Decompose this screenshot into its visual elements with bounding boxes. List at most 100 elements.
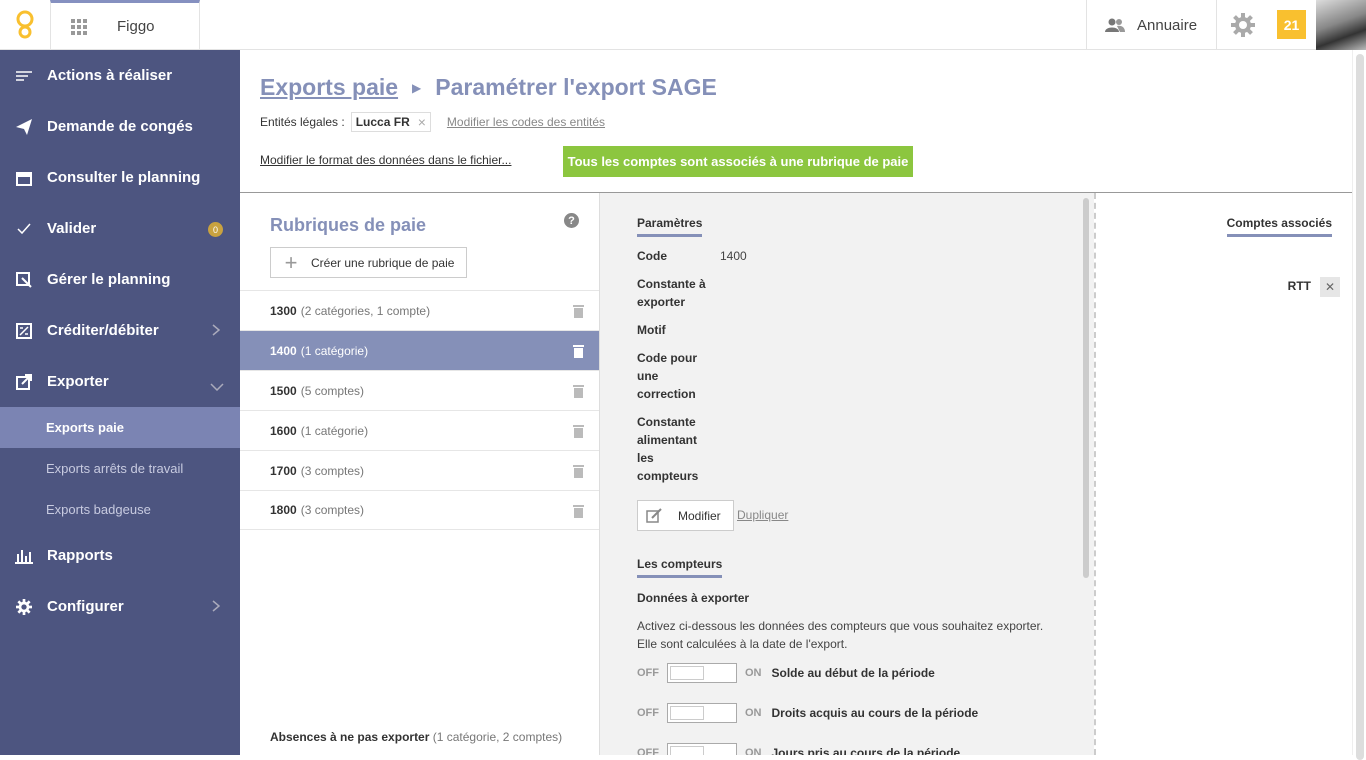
edit-planning-icon bbox=[0, 271, 47, 288]
notification-count[interactable]: 21 bbox=[1277, 10, 1306, 39]
modify-button[interactable]: Modifier bbox=[637, 500, 734, 531]
directory-label: Annuaire bbox=[1137, 16, 1198, 34]
rubriques-list: 1300 (2 catégories, 1 compte) 1400 (1 caté… bbox=[240, 290, 599, 530]
rubrique-info: (1 catégorie) bbox=[300, 343, 369, 358]
sidebar-item-credit-debit[interactable]: Créditer/débiter bbox=[0, 305, 240, 356]
rubrique-info: (3 comptes) bbox=[300, 503, 365, 517]
legal-entities: Entités légales : Lucca FR × Modifier le… bbox=[260, 112, 605, 132]
chevron-right-icon bbox=[212, 599, 221, 616]
directory-button[interactable]: Annuaire bbox=[1086, 0, 1216, 50]
sidebar: Actions à réaliser Demande de congés Con… bbox=[0, 50, 240, 755]
toggle-switch[interactable] bbox=[667, 703, 737, 723]
send-icon bbox=[0, 118, 47, 135]
plus-icon: + bbox=[284, 249, 298, 275]
list-item[interactable]: 1500 (5 comptes) bbox=[240, 370, 599, 410]
toggle-switch[interactable] bbox=[667, 663, 737, 683]
sidebar-subitem-payroll-exports[interactable]: Exports paie bbox=[0, 407, 240, 448]
apps-grid-icon bbox=[71, 18, 87, 35]
app-name: Figgo bbox=[117, 18, 155, 35]
sidebar-item-leave-request[interactable]: Demande de congés bbox=[0, 101, 240, 152]
sidebar-item-validate[interactable]: Valider 0 bbox=[0, 203, 240, 254]
ledger-icon bbox=[0, 322, 47, 339]
sidebar-item-label: Rapports bbox=[47, 547, 113, 564]
gear-icon bbox=[0, 598, 47, 615]
list-item[interactable]: 1700 (3 comptes) bbox=[240, 450, 599, 490]
sidebar-item-configure[interactable]: Configurer bbox=[0, 581, 240, 632]
trash-icon[interactable] bbox=[573, 464, 584, 481]
entities-label: Entités légales : bbox=[260, 115, 345, 129]
toggle-row: OFF ON Solde au début de la période bbox=[637, 663, 935, 683]
account-label: RTT bbox=[1287, 279, 1311, 293]
export-icon bbox=[0, 373, 47, 390]
people-icon bbox=[1105, 18, 1125, 32]
toggle-row: OFF ON Jours pris au cours de la période bbox=[637, 743, 960, 755]
create-rubrique-label: Créer une rubrique de paie bbox=[311, 255, 455, 270]
help-icon[interactable]: ? bbox=[564, 213, 579, 228]
rubrique-code: 1800 bbox=[270, 503, 297, 517]
lucca-logo-icon bbox=[16, 10, 34, 39]
breadcrumb-link[interactable]: Exports paie bbox=[260, 74, 398, 101]
counters-description: Activez ci-dessous les données des compt… bbox=[637, 619, 1044, 651]
sidebar-subitem-sick-leave-exports[interactable]: Exports arrêts de travail bbox=[0, 448, 240, 489]
list-item[interactable]: 1600 (1 catégorie) bbox=[240, 410, 599, 450]
list-item[interactable]: 1400 (1 catégorie) bbox=[240, 330, 599, 370]
constant-label: Constante à exporter bbox=[637, 277, 706, 309]
excluded-absences-label: Absences à ne pas exporter bbox=[270, 730, 430, 744]
rubrique-info: (5 comptes) bbox=[300, 383, 365, 398]
rubrique-code: 1700 bbox=[270, 463, 297, 478]
toggle-row: OFF ON Droits acquis au cours de la péri… bbox=[637, 703, 978, 723]
app-logo[interactable] bbox=[0, 0, 50, 50]
chart-icon bbox=[0, 548, 47, 564]
close-icon[interactable]: × bbox=[418, 114, 426, 130]
excluded-absences[interactable]: Absences à ne pas exporter (1 catégorie,… bbox=[270, 730, 562, 744]
trash-icon[interactable] bbox=[573, 304, 584, 321]
create-rubrique-button[interactable]: + Créer une rubrique de paie bbox=[270, 247, 467, 278]
sidebar-subitem-badge-exports[interactable]: Exports badgeuse bbox=[0, 489, 240, 530]
correction-code-label: Code pour une correction bbox=[637, 351, 697, 401]
sidebar-item-export[interactable]: Exporter bbox=[0, 356, 240, 407]
rubrique-code: 1400 bbox=[270, 343, 297, 358]
entity-tag: Lucca FR × bbox=[350, 112, 431, 132]
duplicate-link[interactable]: Dupliquer bbox=[737, 508, 788, 522]
app-switcher[interactable]: Figgo bbox=[50, 0, 200, 50]
sidebar-item-label: Consulter le planning bbox=[47, 169, 201, 186]
off-label: OFF bbox=[637, 667, 659, 679]
sidebar-item-label: Configurer bbox=[47, 598, 124, 615]
sidebar-item-planning[interactable]: Consulter le planning bbox=[0, 152, 240, 203]
settings-button[interactable] bbox=[1216, 0, 1268, 50]
sidebar-item-manage-planning[interactable]: Gérer le planning bbox=[0, 254, 240, 305]
toggle-label: Jours pris au cours de la période bbox=[771, 746, 961, 755]
sidebar-item-reports[interactable]: Rapports bbox=[0, 530, 240, 581]
trash-icon[interactable] bbox=[573, 424, 584, 441]
trash-icon[interactable] bbox=[573, 344, 584, 361]
parameters-title: Paramètres bbox=[637, 216, 703, 237]
trash-icon[interactable] bbox=[573, 504, 584, 521]
list-item[interactable]: 1300 (2 catégories, 1 compte) bbox=[240, 290, 599, 330]
close-icon[interactable]: ✕ bbox=[1320, 277, 1340, 297]
toggle-switch[interactable] bbox=[667, 743, 737, 755]
rubrique-info: (1 catégorie) bbox=[300, 423, 369, 438]
associated-accounts-title: Comptes associés bbox=[1226, 216, 1332, 237]
parameters-scrollbar[interactable] bbox=[1083, 198, 1089, 578]
page-scrollbar[interactable] bbox=[1352, 50, 1366, 760]
check-icon bbox=[0, 223, 47, 235]
trash-icon[interactable] bbox=[573, 384, 584, 401]
list-item[interactable]: 1800 (3 comptes) bbox=[240, 490, 599, 530]
rubrique-code: 1500 bbox=[270, 383, 297, 398]
on-label: ON bbox=[745, 707, 762, 719]
off-label: OFF bbox=[637, 747, 659, 755]
modify-entity-codes-link[interactable]: Modifier les codes des entités bbox=[447, 115, 605, 129]
rubrique-info: (3 comptes) bbox=[300, 463, 365, 478]
toggle-label: Solde au début de la période bbox=[771, 666, 935, 680]
avatar[interactable] bbox=[1316, 0, 1366, 50]
status-banner: Tous les comptes sont associés à une rub… bbox=[563, 146, 913, 177]
gear-icon bbox=[1230, 13, 1255, 37]
counters-title: Les compteurs bbox=[637, 557, 723, 578]
breadcrumb: Exports paie ▶ Paramétrer l'export SAGE bbox=[260, 74, 717, 101]
page-title: Paramétrer l'export SAGE bbox=[435, 74, 717, 100]
on-label: ON bbox=[745, 747, 762, 755]
chevron-down-icon bbox=[210, 378, 224, 395]
modify-format-link[interactable]: Modifier le format des données dans le f… bbox=[260, 153, 511, 167]
sidebar-item-actions[interactable]: Actions à réaliser bbox=[0, 50, 240, 101]
entity-tag-label: Lucca FR bbox=[355, 115, 410, 129]
